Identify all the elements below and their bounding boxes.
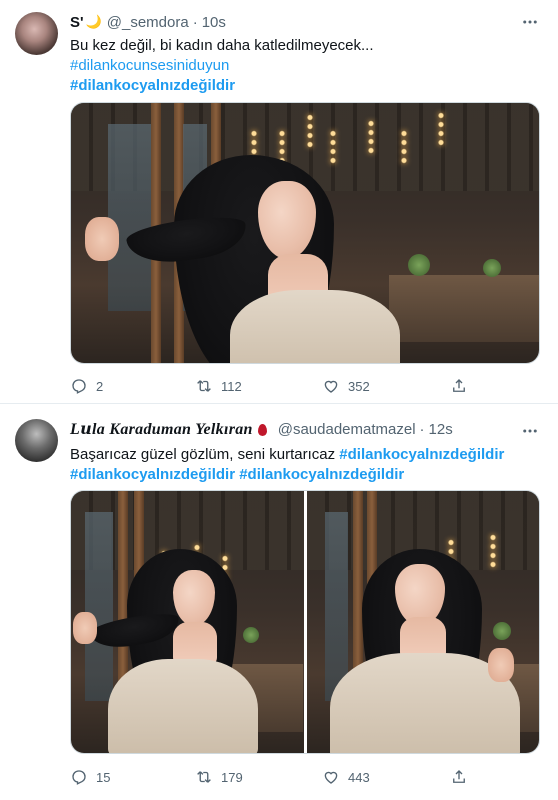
reply-button[interactable]: 2	[70, 376, 195, 396]
separator-dot: ·	[192, 13, 198, 31]
tweet[interactable]: S' 🌙 @_semdora · 10s Bu kez değil, bi ka…	[0, 0, 558, 404]
photo-image[interactable]	[306, 491, 539, 753]
retweet-button[interactable]: 179	[195, 767, 322, 787]
more-horizontal-icon[interactable]	[520, 421, 540, 441]
photo-image[interactable]	[71, 491, 304, 753]
share-icon	[453, 770, 465, 783]
tweet-text-line: Başarıcaz güzel gözlüm, seni kurtarıcaz …	[70, 445, 504, 465]
retweet-button[interactable]: 112	[195, 376, 322, 396]
heart-icon	[324, 380, 338, 393]
display-name[interactable]: L𝒖la Karaduman Yelkıran	[70, 419, 253, 439]
display-name[interactable]: S'	[70, 14, 84, 31]
photo-image[interactable]	[71, 103, 539, 363]
reply-icon	[72, 770, 86, 785]
reply-icon	[72, 379, 86, 394]
like-button[interactable]: 352	[322, 376, 450, 396]
reply-button[interactable]: 15	[70, 767, 195, 787]
hashtag-link[interactable]: #dilankocyalnızdeğildir	[70, 76, 374, 96]
moon-emoji: 🌙	[85, 14, 102, 29]
separator-dot: ·	[419, 420, 425, 438]
like-button[interactable]: 443	[322, 767, 450, 787]
more-horizontal-icon[interactable]	[520, 12, 540, 32]
hashtag-link[interactable]: #dilankocyalnızdeğildir #dilankocyalnızd…	[70, 465, 504, 485]
avatar[interactable]	[15, 12, 58, 55]
user-handle[interactable]: @saudadematmazel	[278, 421, 416, 438]
tweet-photo[interactable]	[70, 102, 540, 364]
tweet-text-line: Bu kez değil, bi kadın daha katledilmeye…	[70, 37, 374, 54]
avatar[interactable]	[15, 419, 58, 462]
tweet[interactable]: L𝒖la Karaduman Yelkıran @saudadematmazel…	[0, 405, 558, 800]
share-icon	[453, 379, 465, 392]
tweet-header: S' 🌙 @_semdora · 10s	[70, 12, 226, 32]
hashtag-link[interactable]: #dilankocunsesiniduyun	[70, 56, 374, 76]
share-button[interactable]	[450, 767, 468, 787]
timestamp[interactable]: 10s	[202, 14, 226, 31]
user-handle[interactable]: @_semdora	[107, 14, 189, 31]
tweet-text: Bu kez değil, bi kadın daha katledilmeye…	[70, 36, 374, 96]
heart-icon	[324, 771, 338, 784]
tweet-text: Başarıcaz güzel gözlüm, seni kurtarıcaz …	[70, 445, 504, 485]
share-button[interactable]	[450, 376, 468, 396]
tweet-actions: 15 179 443	[70, 767, 470, 787]
retweet-count: 112	[221, 378, 242, 394]
retweet-icon	[197, 380, 211, 392]
retweet-count: 179	[221, 769, 243, 785]
tweet-text-segment: Başarıcaz güzel gözlüm, seni kurtarıcaz	[70, 446, 340, 463]
tweet-photo-grid	[70, 490, 540, 754]
reply-count: 2	[96, 378, 104, 394]
hashtag-link[interactable]: #dilankocyalnızdeğildir	[339, 446, 504, 463]
timestamp[interactable]: 12s	[429, 421, 453, 438]
blood-drop-emoji	[257, 424, 267, 436]
tweet-header: L𝒖la Karaduman Yelkıran @saudadematmazel…	[70, 419, 453, 439]
reply-count: 15	[96, 769, 111, 785]
retweet-icon	[197, 771, 211, 783]
tweet-actions: 2 112 352	[70, 376, 470, 396]
like-count: 352	[348, 378, 370, 394]
like-count: 443	[348, 769, 370, 785]
